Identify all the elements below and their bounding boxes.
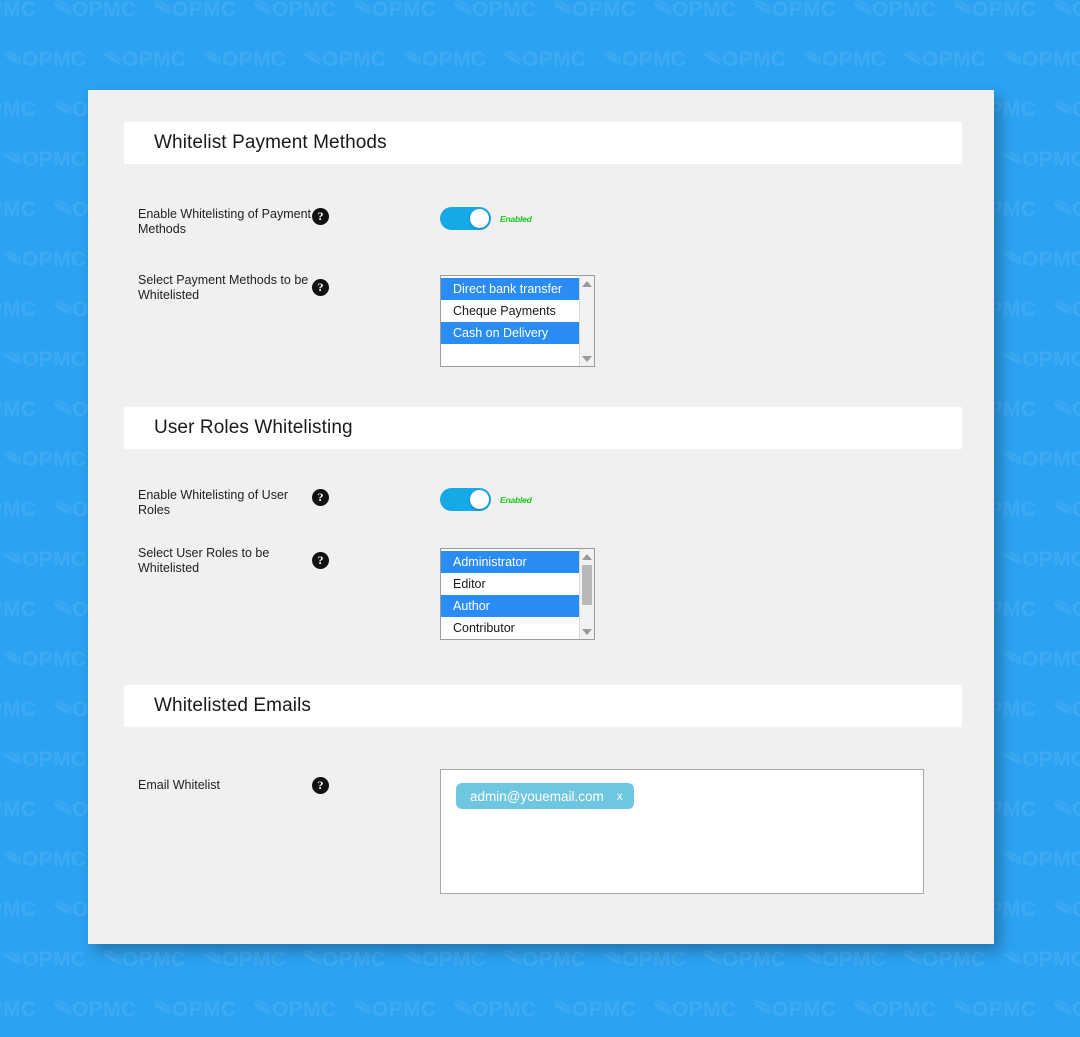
email-chip-remove-icon[interactable]: x — [617, 790, 623, 802]
toggle-state-label-payment-whitelisting: Enabled — [500, 213, 532, 224]
email-chip[interactable]: admin@youemail.com x — [456, 783, 634, 809]
settings-card: Whitelist Payment Methods Enable Whiteli… — [88, 90, 994, 944]
multiselect-options-payment-methods: Direct bank transfer Cheque Payments Cas… — [441, 276, 579, 366]
toggle-knob — [470, 209, 489, 228]
multiselect-user-roles[interactable]: Administrator Editor Author Contributor — [440, 548, 595, 640]
section-header-payment-methods: Whitelist Payment Methods — [124, 122, 962, 164]
option-administrator[interactable]: Administrator — [441, 551, 579, 573]
label-select-user-roles: Select User Roles to be Whitelisted — [138, 546, 270, 575]
option-cash-on-delivery[interactable]: Cash on Delivery — [441, 322, 579, 344]
email-whitelist-input[interactable]: admin@youemail.com x — [440, 769, 924, 894]
scroll-down-arrow-icon[interactable] — [580, 352, 594, 365]
section-title-whitelisted-emails: Whitelisted Emails — [154, 695, 312, 716]
toggle-wrap-payment-whitelisting: Enabled — [440, 207, 532, 230]
multiselect-payment-methods[interactable]: Direct bank transfer Cheque Payments Cas… — [440, 275, 595, 367]
scroll-down-arrow-icon[interactable] — [580, 625, 594, 638]
section-header-user-roles: User Roles Whitelisting — [124, 407, 962, 449]
scrollbar-thumb[interactable] — [582, 565, 592, 605]
section-title-payment-methods: Whitelist Payment Methods — [154, 132, 387, 153]
help-icon-select-payment-methods[interactable]: ? — [312, 279, 329, 296]
multiselect-options-user-roles: Administrator Editor Author Contributor — [441, 549, 579, 639]
option-contributor[interactable]: Contributor — [441, 617, 579, 639]
section-header-whitelisted-emails: Whitelisted Emails — [124, 685, 962, 727]
toggle-state-label-user-roles: Enabled — [500, 494, 532, 505]
scrollbar-user-roles[interactable] — [579, 549, 594, 639]
toggle-enable-user-roles-whitelisting[interactable] — [440, 488, 491, 511]
label-enable-user-roles-whitelisting: Enable Whitelisting of User Roles — [138, 488, 289, 517]
option-cheque-payments[interactable]: Cheque Payments — [441, 300, 579, 322]
scroll-up-arrow-icon[interactable] — [580, 277, 594, 290]
scroll-up-arrow-icon[interactable] — [580, 550, 594, 563]
option-author[interactable]: Author — [441, 595, 579, 617]
scrollbar-payment-methods[interactable] — [579, 276, 594, 366]
help-icon-email-whitelist[interactable]: ? — [312, 777, 329, 794]
toggle-wrap-user-roles: Enabled — [440, 488, 532, 511]
help-icon-enable-user-roles-whitelisting[interactable]: ? — [312, 489, 329, 506]
option-direct-bank-transfer[interactable]: Direct bank transfer — [441, 278, 579, 300]
help-icon-select-user-roles[interactable]: ? — [312, 552, 329, 569]
toggle-knob — [470, 490, 489, 509]
label-select-payment-methods: Select Payment Methods to be Whitelisted — [138, 273, 309, 302]
option-editor[interactable]: Editor — [441, 573, 579, 595]
section-title-user-roles: User Roles Whitelisting — [154, 417, 353, 438]
help-icon-enable-payment-whitelisting[interactable]: ? — [312, 208, 329, 225]
toggle-enable-payment-whitelisting[interactable] — [440, 207, 491, 230]
label-email-whitelist: Email Whitelist — [138, 778, 220, 792]
label-enable-payment-whitelisting: Enable Whitelisting of Payment Methods — [138, 207, 312, 236]
email-chip-label: admin@youemail.com — [470, 788, 604, 804]
